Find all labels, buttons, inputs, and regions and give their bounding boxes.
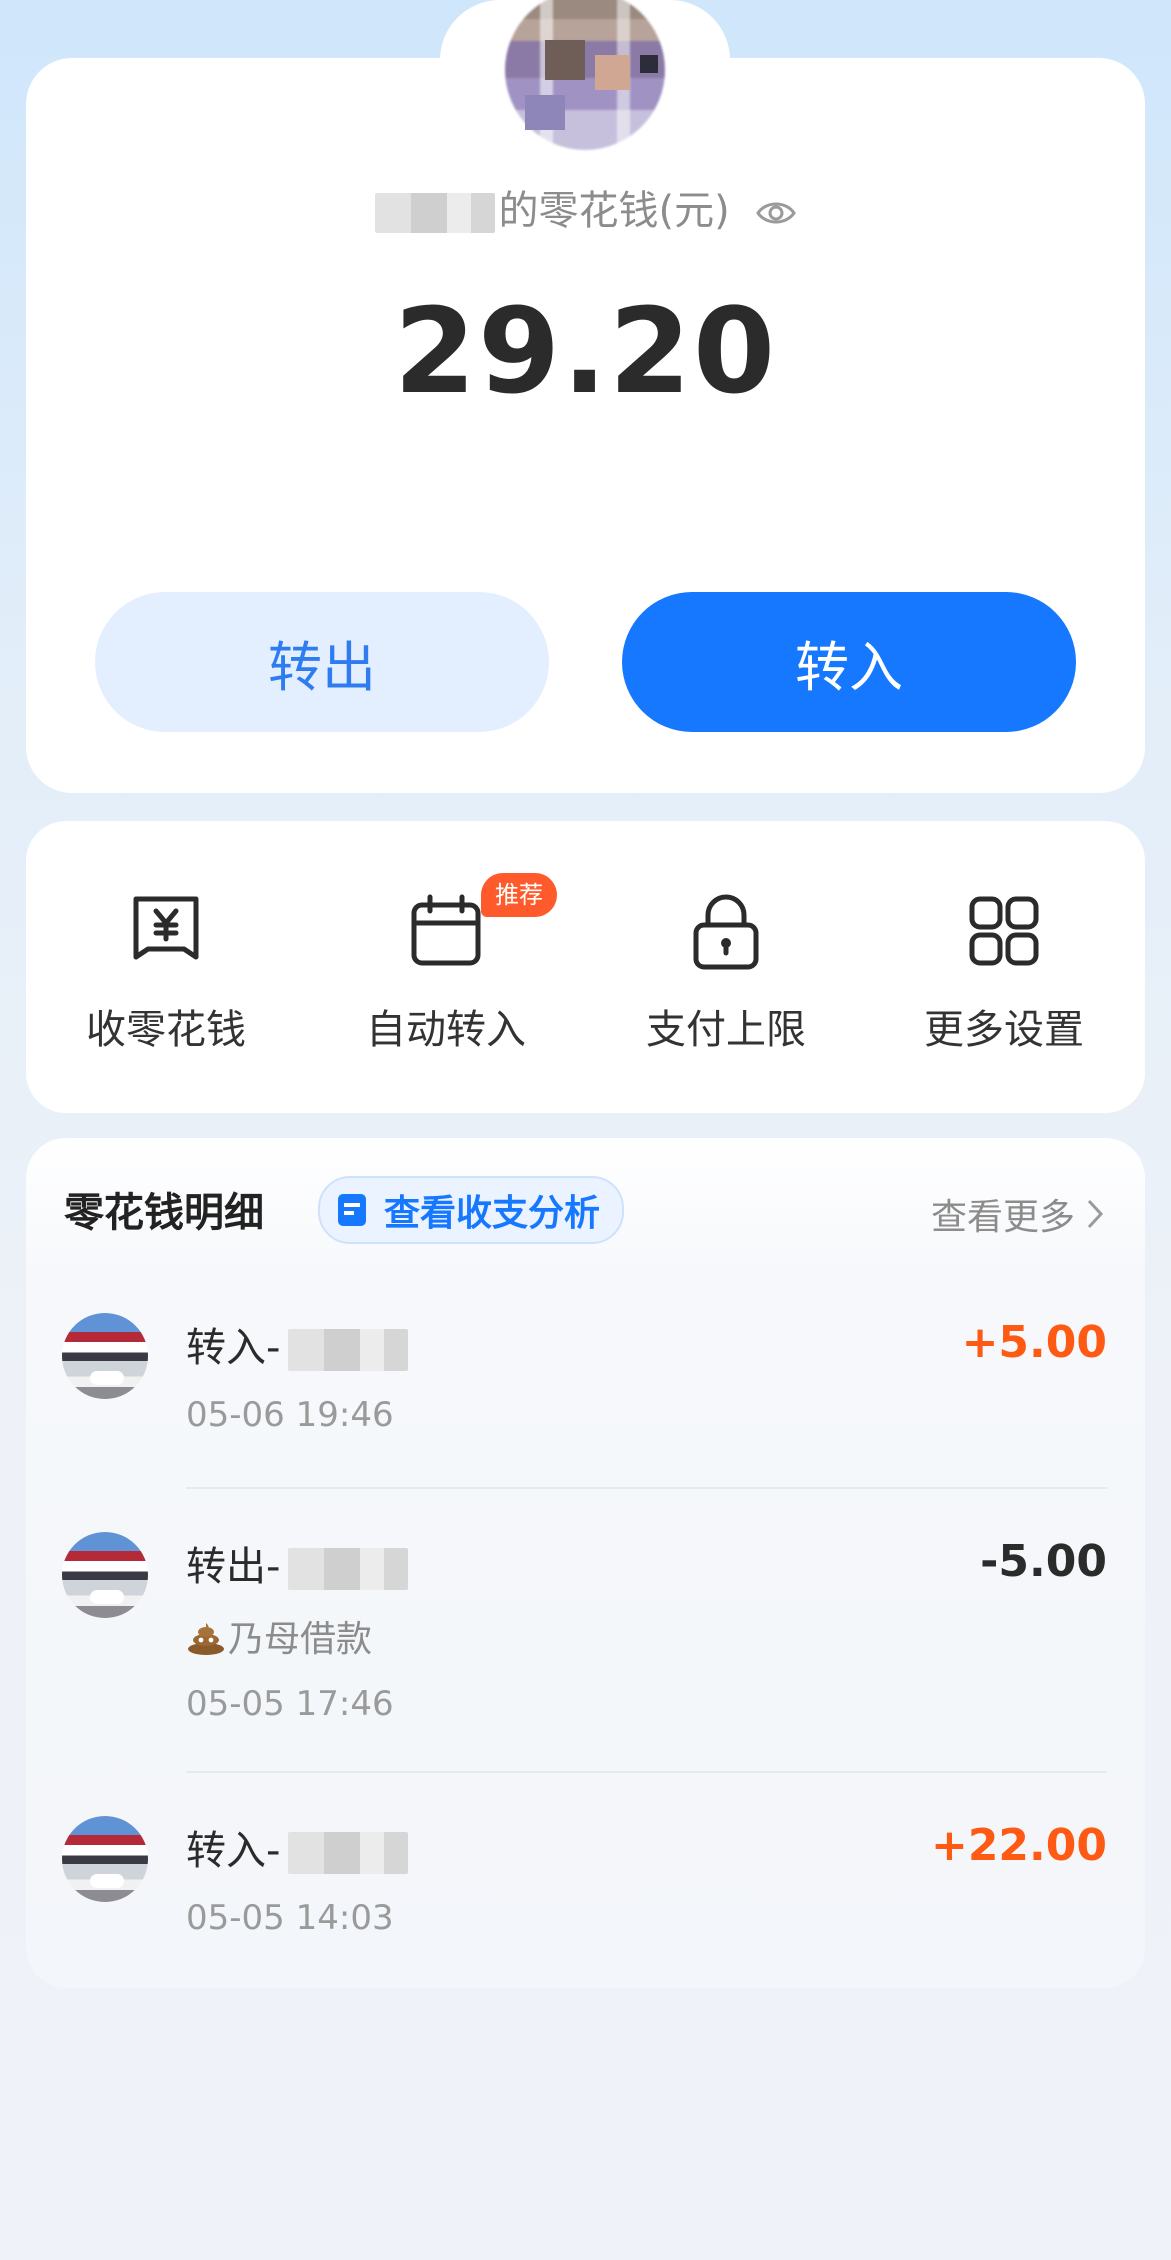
masked-name (288, 1329, 409, 1371)
transaction-time: 05-05 17:46 (186, 1684, 394, 1724)
lock-icon (693, 894, 759, 970)
details-title: 零花钱明细 (64, 1190, 264, 1236)
transaction-amount: +5.00 (961, 1317, 1107, 1368)
action-label: 自动转入 (366, 1007, 526, 1053)
divider (186, 1771, 1107, 1773)
transaction-type: 转入- (186, 1325, 281, 1371)
view-more-link[interactable]: 查看更多 (931, 1188, 1105, 1240)
transaction-name: 转入- (186, 1315, 409, 1373)
action-label: 收零花钱 (86, 1007, 246, 1053)
transaction-type: 转出- (186, 1544, 281, 1590)
avatar-mosaic (595, 55, 630, 90)
chevron-right-icon (1087, 1199, 1104, 1229)
counterparty-avatar (62, 1816, 148, 1902)
transfer-out-button[interactable]: 转出 (95, 592, 549, 732)
report-icon (338, 1194, 366, 1226)
transaction-amount: +22.00 (930, 1820, 1107, 1871)
quick-actions-card: 收零花钱 自动转入 推荐 支付上限 更多设置 (26, 821, 1145, 1113)
memo-text: 乃母借款 (228, 1619, 373, 1660)
avatar-mosaic (525, 95, 565, 130)
transaction-time: 05-06 19:46 (186, 1395, 394, 1435)
transaction-time: 05-05 14:03 (186, 1898, 394, 1938)
transfer-in-button[interactable]: 转入 (622, 592, 1076, 732)
transaction-type: 转入- (186, 1828, 281, 1874)
analysis-label: 查看收支分析 (384, 1193, 601, 1234)
masked-name (374, 193, 495, 233)
action-label: 支付上限 (646, 1007, 806, 1053)
avatar-mosaic (545, 40, 585, 80)
masked-name (288, 1832, 409, 1874)
grid-icon (969, 896, 1039, 966)
masked-name (288, 1548, 409, 1590)
yuan-receipt-icon (133, 896, 199, 960)
more-settings-action[interactable]: 更多设置 (894, 891, 1114, 1055)
counterparty-avatar (62, 1313, 148, 1399)
account-label-row: 的零花钱(元) (0, 178, 1171, 236)
payment-limit-action[interactable]: 支付上限 (616, 891, 836, 1055)
poop-emoji-icon (188, 1623, 224, 1655)
action-label: 更多设置 (924, 1007, 1084, 1053)
income-expense-analysis-button[interactable]: 查看收支分析 (318, 1176, 625, 1244)
transaction-amount: -5.00 (980, 1536, 1107, 1587)
recommend-badge: 推荐 (481, 873, 557, 917)
transaction-name: 转入- (186, 1818, 409, 1876)
calendar-icon (411, 894, 481, 966)
balance-amount: 29.20 (393, 282, 778, 420)
details-card: 零花钱明细 查看收支分析 查看更多 转入- 05-06 19:46 +5.00 … (26, 1138, 1145, 1988)
collect-pocket-money-action[interactable]: 收零花钱 (56, 891, 276, 1055)
transaction-name: 转出- (186, 1534, 409, 1592)
account-label: 的零花钱(元) (498, 188, 730, 234)
transaction-memo: 乃母借款 (186, 1610, 372, 1662)
counterparty-avatar (62, 1532, 148, 1618)
avatar-mosaic (640, 55, 658, 73)
view-more-label: 查看更多 (930, 1197, 1075, 1238)
divider (186, 1487, 1107, 1489)
eye-icon[interactable] (756, 198, 797, 228)
